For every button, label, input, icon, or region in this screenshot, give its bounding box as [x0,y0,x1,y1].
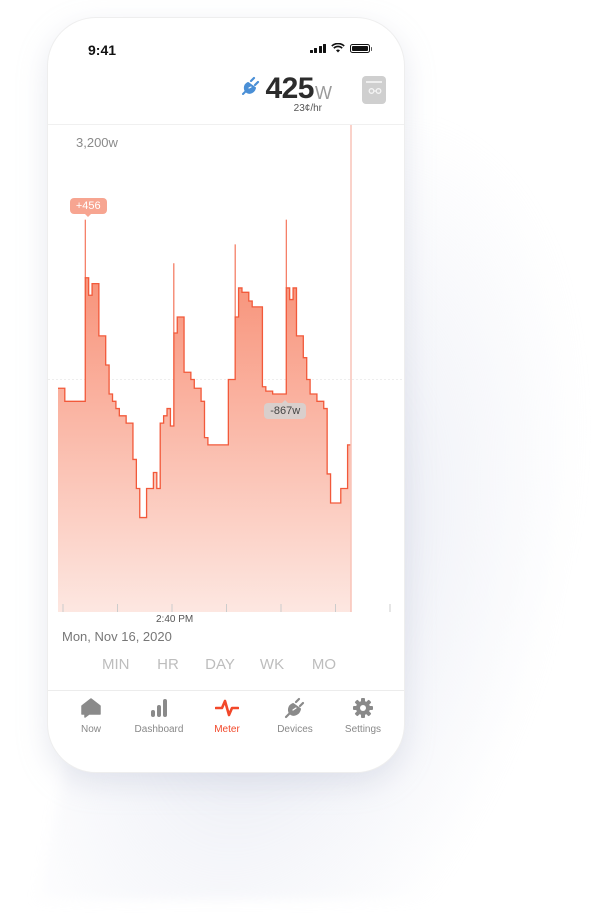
bar-chart-icon [151,699,167,717]
status-bar: 9:41 [48,18,404,64]
range-min[interactable]: MIN [102,656,142,673]
range-selector: MIN HR DAY WK MO [102,656,350,673]
range-mo[interactable]: MO [298,656,350,673]
current-value-tooltip: -867w [264,400,307,420]
power-chart[interactable]: 3,200w +456 -867w [48,125,404,620]
header: 425 W 23¢/hr [48,70,404,124]
tab-devices-label: Devices [277,724,313,735]
battery-icon [350,43,372,53]
signal-icon [309,43,326,53]
tab-meter[interactable]: Meter [192,697,262,735]
cost-rate: 23¢/hr [293,103,322,114]
date-label: Mon, Nov 16, 2020 [62,629,172,644]
meter-device-icon[interactable] [362,76,386,104]
tab-bar: Now Dashboard Meter Devices Settings [48,690,404,772]
tab-dashboard-label: Dashboard [134,724,184,735]
status-icons [309,43,372,53]
plug-icon [284,697,305,719]
current-reading: 425 W [239,74,332,104]
current-watts: 425 [265,72,314,105]
watt-unit: W [315,83,332,103]
range-hr[interactable]: HR [142,656,194,673]
tab-now-label: Now [80,724,101,735]
usage-area [58,277,351,612]
tab-meter-label: Meter [214,724,240,735]
x-tick-label: 2:40 PM [156,614,194,625]
status-time: 9:41 [88,42,117,58]
peak-tooltip: +456 [69,197,107,217]
pulse-icon [215,699,239,717]
tab-settings[interactable]: Settings [328,697,398,735]
wifi-icon [331,43,345,53]
range-day[interactable]: DAY [194,656,246,673]
tab-now[interactable]: Now [56,697,126,735]
gear-icon [353,698,373,718]
y-max-label: 3,200w [76,135,118,150]
tab-dashboard[interactable]: Dashboard [124,697,194,735]
phone-frame: 9:41 425 W 23¢/hr 3,200w +456 -867w 2:40… [48,18,404,772]
plug-icon [242,76,260,95]
tab-settings-label: Settings [344,724,382,735]
range-wk[interactable]: WK [246,656,298,673]
home-icon [81,698,101,718]
tab-devices[interactable]: Devices [260,697,330,735]
